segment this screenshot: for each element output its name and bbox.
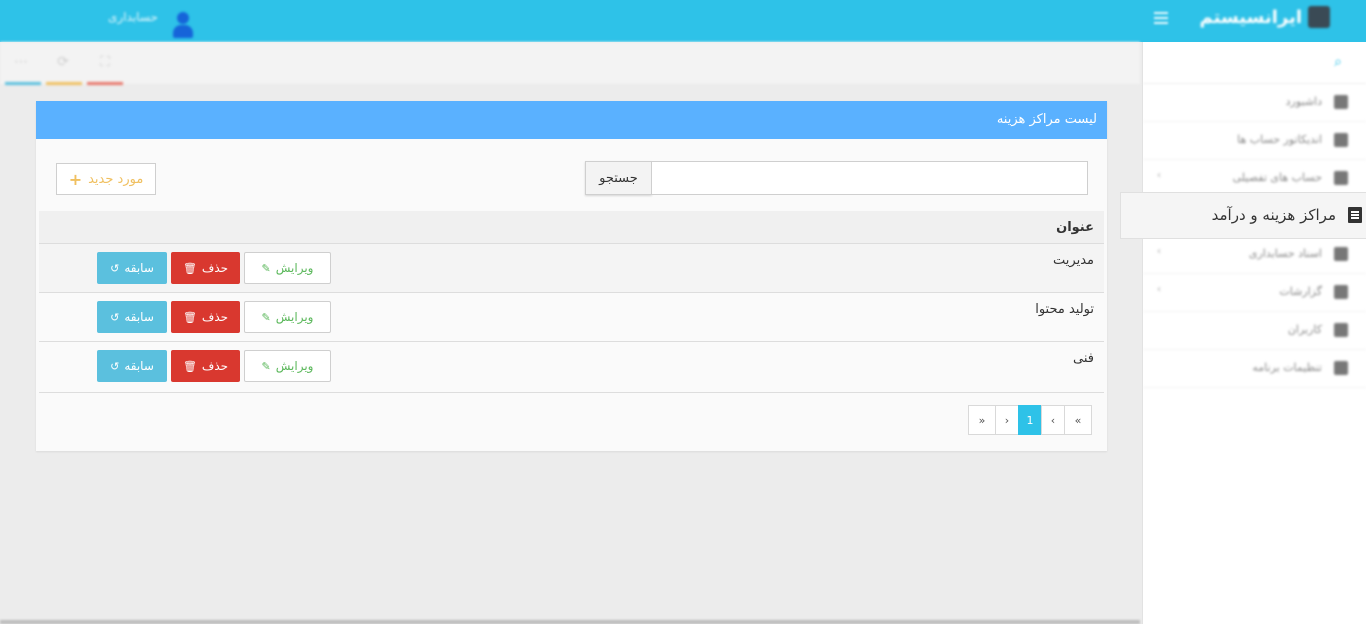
row-title: تولید محتوا <box>1035 302 1094 317</box>
sidebar-item-dashboard[interactable]: داشبورد <box>1143 84 1366 122</box>
brand-name: ایرانسیستم <box>1199 6 1303 28</box>
panel-title: لیست مراکز هزینه <box>996 112 1097 127</box>
accent-line-red <box>87 82 123 85</box>
accent-line-blue <box>5 82 41 85</box>
delete-button[interactable]: حذف 🗑 <box>171 252 240 284</box>
table-row: تولید محتوا سابقه ↺ حذف 🗑 ویرایش ✎ <box>39 293 1104 342</box>
sidebar-item-accounts[interactable]: اندیکاتور حساب ها <box>1143 122 1366 160</box>
cost-centers-panel: لیست مراکز هزینه جستجو مورد جدید + عنوان… <box>36 101 1107 451</box>
refresh-icon[interactable]: ⟳ <box>54 54 72 72</box>
history-label: سابقه <box>124 359 154 373</box>
table-row: مدیریت سابقه ↺ حذف 🗑 ویرایش ✎ <box>39 244 1104 293</box>
new-item-button[interactable]: مورد جدید + <box>56 163 156 195</box>
home-icon <box>1334 95 1348 109</box>
sidebar-item-documents[interactable]: اسناد حسابداری ‹ <box>1143 236 1366 274</box>
chevron-icon: ‹ <box>1157 170 1161 181</box>
sidebar-item-settings[interactable]: تنظیمات برنامه <box>1143 350 1366 388</box>
briefcase-icon <box>1334 171 1348 185</box>
accent-line-yellow <box>46 82 82 85</box>
sidebar-item-reports[interactable]: گزارشات ‹ <box>1143 274 1366 312</box>
cost-centers-table: عنوان مدیریت سابقه ↺ حذف 🗑 ویرایش ✎ تولی… <box>39 211 1104 393</box>
row-title: فنی <box>1073 351 1094 366</box>
fullscreen-icon[interactable]: ⛶ <box>96 54 114 72</box>
brand[interactable]: ایرانسیستم <box>1199 6 1330 28</box>
sidebar-item-label: اندیکاتور حساب ها <box>1237 133 1322 146</box>
more-icon[interactable]: ⋯ <box>12 54 30 72</box>
menu-toggle-icon[interactable] <box>1154 12 1168 26</box>
sidebar-search[interactable]: ⌕ <box>1143 42 1366 84</box>
edit-icon: ✎ <box>261 261 271 275</box>
history-label: سابقه <box>124 261 154 275</box>
history-button[interactable]: سابقه ↺ <box>97 301 167 333</box>
secondary-toolbar: ⋯ ⟳ ⛶ <box>0 42 1140 85</box>
brand-logo-icon <box>1308 6 1330 28</box>
edit-button[interactable]: ویرایش ✎ <box>244 252 331 284</box>
pagination-prev[interactable]: ‹ <box>1041 405 1065 435</box>
plus-icon: + <box>68 169 83 189</box>
sidebar: ⌕ داشبورد اندیکاتور حساب ها حساب های تفص… <box>1142 42 1366 624</box>
pagination-first[interactable]: « <box>1064 405 1092 435</box>
user-menu[interactable]: حسابداری <box>108 8 194 38</box>
sidebar-item-label: گزارشات <box>1279 285 1322 298</box>
table-icon <box>1334 133 1348 147</box>
sidebar-item-users[interactable]: کاربران <box>1143 312 1366 350</box>
edit-button[interactable]: ویرایش ✎ <box>244 301 331 333</box>
reports-icon <box>1334 285 1348 299</box>
edit-label: ویرایش <box>275 261 314 275</box>
edit-button[interactable]: ویرایش ✎ <box>244 350 331 382</box>
history-button[interactable]: سابقه ↺ <box>97 252 167 284</box>
sidebar-active-label: مراکز هزینه و درآمد <box>1211 206 1336 224</box>
history-icon: ↺ <box>110 261 120 275</box>
chevron-icon: ‹ <box>1157 284 1161 295</box>
top-bar: ایرانسیستم حسابداری <box>0 0 1366 42</box>
pagination-next[interactable]: › <box>995 405 1019 435</box>
search-group: جستجو <box>585 161 1088 195</box>
history-icon: ↺ <box>110 310 120 324</box>
trash-icon: 🗑 <box>182 310 197 324</box>
panel-header: لیست مراکز هزینه <box>36 101 1107 139</box>
column-title-header: عنوان <box>1056 220 1094 235</box>
delete-label: حذف <box>201 310 229 324</box>
edit-icon: ✎ <box>261 359 271 373</box>
search-icon[interactable]: ⌕ <box>1334 54 1342 70</box>
trash-icon: 🗑 <box>182 261 197 275</box>
new-item-label: مورد جدید <box>88 171 144 187</box>
chevron-icon: ‹ <box>1157 246 1161 257</box>
user-icon <box>1334 361 1348 375</box>
delete-button[interactable]: حذف 🗑 <box>171 301 240 333</box>
edit-label: ویرایش <box>275 310 314 324</box>
sidebar-item-label: داشبورد <box>1285 95 1322 108</box>
search-input[interactable] <box>651 161 1088 195</box>
delete-label: حذف <box>201 359 229 373</box>
history-label: سابقه <box>124 310 154 324</box>
row-title: مدیریت <box>1053 253 1094 268</box>
delete-label: حذف <box>201 261 229 275</box>
history-button[interactable]: سابقه ↺ <box>97 350 167 382</box>
trash-icon: 🗑 <box>182 359 197 373</box>
search-button[interactable]: جستجو <box>585 161 652 195</box>
table-row: فنی سابقه ↺ حذف 🗑 ویرایش ✎ <box>39 342 1104 393</box>
documents-icon <box>1334 247 1348 261</box>
sidebar-item-label: اسناد حسابداری <box>1248 247 1322 260</box>
pagination: » › 1 ‹ « <box>968 405 1092 435</box>
edit-icon: ✎ <box>261 310 271 324</box>
sidebar-item-label: حساب های تفصیلی <box>1232 171 1322 184</box>
user-avatar-icon <box>172 8 194 38</box>
pagination-last[interactable]: » <box>968 405 996 435</box>
edit-label: ویرایش <box>275 359 314 373</box>
history-icon: ↺ <box>110 359 120 373</box>
building-icon <box>1348 207 1362 223</box>
sidebar-item-label: کاربران <box>1287 323 1322 336</box>
delete-button[interactable]: حذف 🗑 <box>171 350 240 382</box>
sidebar-item-label: تنظیمات برنامه <box>1252 361 1322 374</box>
user-icon <box>1334 323 1348 337</box>
user-name: حسابداری <box>108 10 158 24</box>
pagination-current[interactable]: 1 <box>1018 405 1042 435</box>
sidebar-item-cost-centers[interactable]: مراکز هزینه و درآمد <box>1120 192 1366 239</box>
table-header: عنوان <box>39 211 1104 244</box>
bottom-scrollbar[interactable] <box>0 620 1140 624</box>
